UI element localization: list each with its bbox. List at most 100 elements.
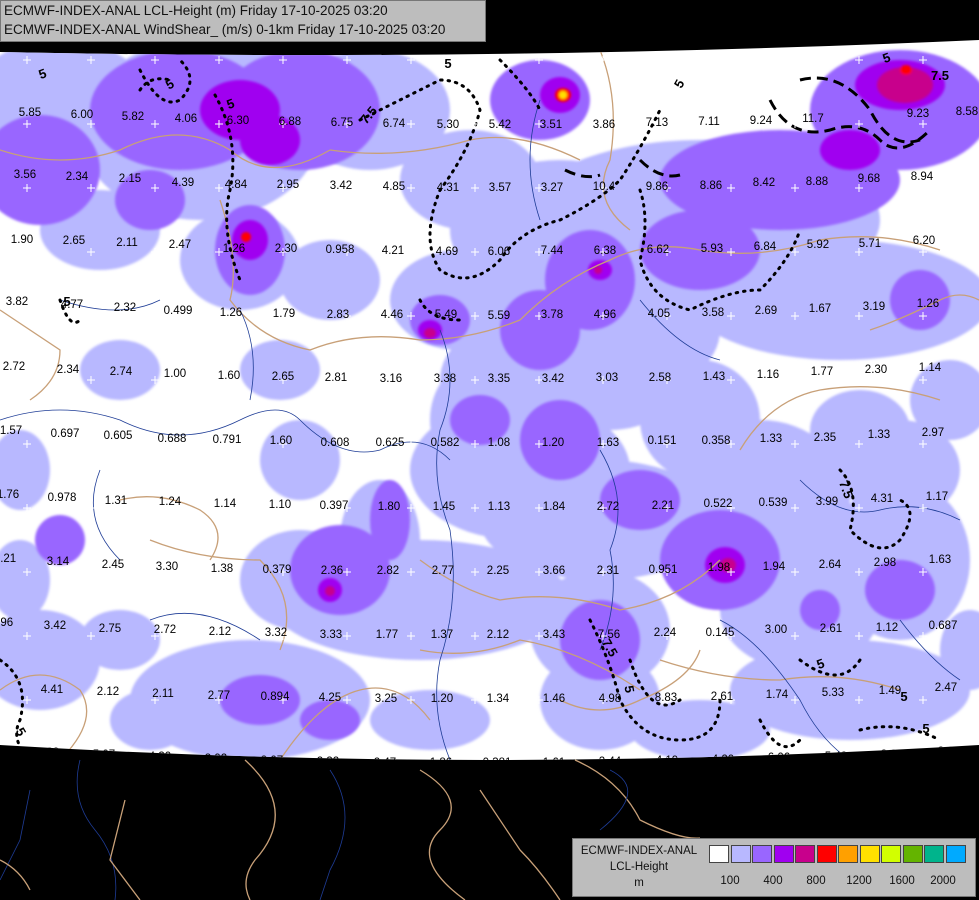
lcl-value-label: 2.65	[272, 371, 294, 383]
lcl-value-label: 1.57	[0, 425, 22, 437]
lcl-value-label: 6.00	[71, 109, 93, 121]
weather-map: 5.85 6.00 5.82 4.06 6.30 6.88 6.75 6.74 5.30 5.42…	[0, 0, 979, 900]
lcl-value-label: 2.30	[865, 364, 887, 376]
lcl-value-label: 3.33	[320, 629, 342, 641]
lcl-value-label: 2.81	[325, 372, 347, 384]
legend-tick-label: 1600	[889, 875, 915, 887]
lcl-value-label: 9.23	[907, 108, 929, 120]
lcl-value-label: 1.20	[431, 693, 453, 705]
lcl-value-label: 1.33	[868, 429, 890, 441]
lcl-value-label: 0.397	[320, 500, 349, 512]
lcl-value-label: 0.688	[158, 433, 187, 445]
lcl-value-label: 2.72	[597, 501, 619, 513]
lcl-value-label: 3.14	[47, 556, 70, 568]
lcl-value-label: 0.145	[706, 627, 735, 639]
lcl-value-label: 1.20	[542, 437, 564, 449]
lcl-value-label: 3.19	[863, 301, 885, 313]
header-title-windshear: ECMWF-INDEX-ANAL WindShear_ (m/s) 0-1km …	[4, 22, 446, 37]
lcl-value-label: 5.30	[437, 119, 459, 131]
lcl-value-label: 0.605	[104, 430, 133, 442]
lcl-value-label: 4.46	[381, 309, 403, 321]
lcl-value-label: 1.80	[378, 501, 400, 513]
legend-swatch	[924, 845, 944, 863]
lcl-value-label: 4.69	[436, 246, 458, 258]
lcl-value-label: 11.7	[802, 113, 824, 125]
lcl-value-label: 3.32	[265, 627, 287, 639]
lcl-value-label: 3.51	[540, 119, 562, 131]
lcl-value-label: 4.39	[172, 177, 194, 189]
lcl-value-label: 1.24	[159, 496, 182, 508]
lcl-value-label: 6.88	[279, 116, 301, 128]
lcl-value-label: 3.78	[541, 309, 563, 321]
lcl-value-label: 4.96	[594, 309, 616, 321]
lcl-value-label: 2.24	[654, 627, 677, 639]
lcl-value-label: 1.94	[763, 561, 786, 573]
lcl-value-label: 1.00	[164, 368, 186, 380]
lcl-value-label: 6.74	[383, 118, 406, 130]
lcl-value-label: 4.25	[319, 692, 341, 704]
legend-tick-label: 2000	[930, 875, 956, 887]
windshear-contour-label: 5	[900, 689, 907, 704]
lcl-value-label: 2.61	[711, 691, 733, 703]
windshear-contour-label: 5	[63, 294, 70, 309]
lcl-value-label: 0.687	[929, 620, 958, 632]
lcl-value-label: 1.31	[105, 495, 127, 507]
lcl-value-label: 3.42	[44, 620, 66, 632]
lcl-value-label: 2.12	[209, 626, 231, 638]
legend-swatch	[838, 845, 858, 863]
lcl-value-label: 6.30	[227, 115, 249, 127]
lcl-value-label: 2.12	[97, 686, 119, 698]
lcl-value-label: 1.17	[926, 491, 948, 503]
lcl-value-label: 6.84	[754, 241, 777, 253]
lcl-value-label: 2.96	[0, 617, 13, 629]
lcl-value-label: 6.38	[594, 245, 616, 257]
lcl-value-label: 1.84	[543, 501, 566, 513]
lcl-value-label: 5.33	[822, 687, 844, 699]
lcl-value-label: 1.67	[809, 303, 831, 315]
lcl-value-label: 0.582	[431, 437, 460, 449]
lcl-value-label: 2.45	[102, 559, 124, 571]
lcl-value-label: 0.608	[321, 437, 350, 449]
lcl-value-label: 1.60	[218, 370, 240, 382]
lcl-value-label: 1.49	[879, 685, 901, 697]
lcl-value-label: 0.958	[326, 244, 355, 256]
map-header: ECMWF-INDEX-ANAL LCL-Height (m) Friday 1…	[0, 0, 486, 42]
lcl-value-label: 2.72	[154, 624, 176, 636]
lcl-value-label: 8.94	[911, 171, 934, 183]
windshear-contour-label: 5	[922, 721, 929, 736]
legend-tick-label: 100	[720, 875, 740, 887]
lcl-value-label: 1.77	[376, 629, 398, 641]
legend-swatch	[945, 845, 966, 863]
lcl-value-label: 3.57	[489, 182, 511, 194]
lcl-value-label: 2.47	[935, 682, 957, 694]
lcl-value-label: 2.31	[597, 565, 619, 577]
lcl-value-label: 3.58	[702, 307, 724, 319]
lcl-value-label: 1.10	[269, 499, 291, 511]
lcl-value-label: 3.42	[542, 373, 564, 385]
legend-swatch	[902, 845, 923, 863]
lcl-value-label: 1.38	[211, 563, 233, 575]
lcl-value-label: 4.84	[225, 179, 248, 191]
lcl-value-label: 1.76	[0, 489, 19, 501]
lcl-value-label: 2.97	[922, 427, 944, 439]
lcl-value-label: 1.34	[487, 693, 510, 705]
lcl-value-label: 2.47	[169, 239, 191, 251]
lcl-value-label: 2.61	[820, 623, 842, 635]
lcl-value-label: 2.35	[814, 432, 836, 444]
legend-swatch	[816, 845, 837, 863]
lcl-value-label: 0.791	[213, 434, 242, 446]
lcl-value-label: 3.82	[6, 296, 28, 308]
lcl-value-label: 2.12	[487, 629, 509, 641]
legend-tick-label: 800	[806, 875, 826, 887]
legend-swatch	[773, 845, 794, 863]
lcl-value-label: 2.74	[110, 366, 133, 378]
lcl-value-label: 1.74	[766, 689, 789, 701]
lcl-value-label: 2.30	[275, 243, 297, 255]
lcl-value-label: 1.90	[11, 234, 33, 246]
lcl-value-label: 3.43	[543, 629, 565, 641]
lcl-value-label: 2.75	[99, 623, 121, 635]
legend-tick-label: 400	[763, 875, 783, 887]
lcl-value-label: 3.25	[375, 693, 397, 705]
lcl-value-label: 4.31	[437, 182, 459, 194]
lcl-value-label: 1.79	[273, 308, 295, 320]
